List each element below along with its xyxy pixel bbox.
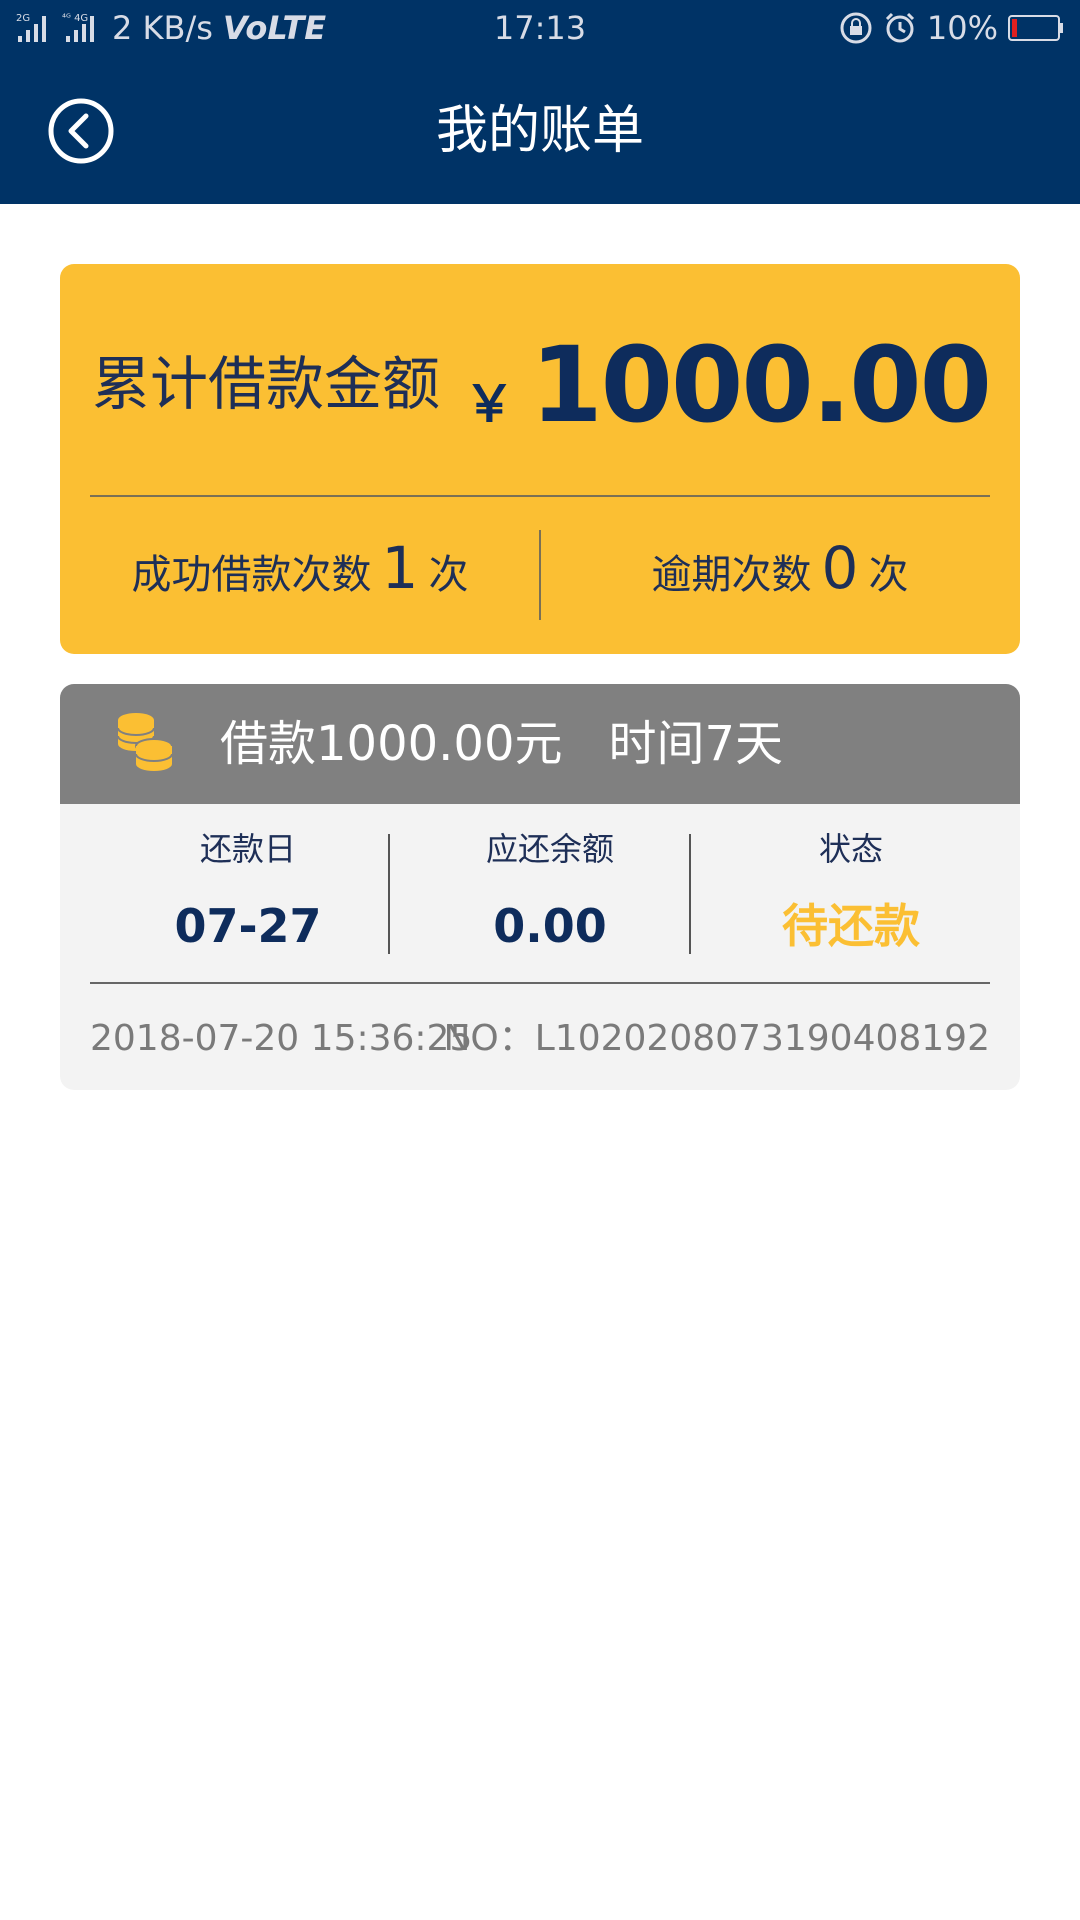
page-title: 我的账单 [435, 101, 644, 161]
loan-datetime: 2018-07-20 15:36:25 [90, 1018, 473, 1059]
lock-rotation-icon [840, 12, 872, 44]
column-divider [388, 834, 390, 954]
total-loan-label: 累计借款金额 [92, 350, 441, 418]
status-bar: 2G ⁴ᴳ 4G 2 KB/s VoLTE 17:13 10% [0, 0, 1080, 56]
overdue-count-label: 逾期次数 [651, 552, 812, 598]
status-column: 状态 待还款 [701, 824, 1001, 956]
loan-record-header: 借款1000.00元 时间7天 [60, 684, 1020, 804]
status-label: 状态 [818, 830, 883, 868]
loan-duration-text: 时间7天 [608, 716, 784, 772]
total-loan-amount: ￥ 1000.00 [464, 324, 992, 446]
battery-percent: 10% [926, 9, 998, 47]
loan-title: 借款1000.00元 时间7天 [220, 712, 829, 776]
success-count-stat: 成功借款次数 1 次 [60, 534, 540, 624]
repay-date-value: 07-27 [174, 899, 322, 953]
status-right: 10% [839, 8, 1064, 48]
total-amount-value: 1000.00 [530, 324, 992, 446]
loan-divider [90, 982, 990, 984]
summary-card: 累计借款金额 ￥ 1000.00 成功借款次数 1 次 逾期次数 0 次 [60, 264, 1020, 654]
success-count-value: 1 [381, 534, 419, 602]
alarm-icon [885, 12, 914, 43]
coins-icon [117, 713, 173, 771]
success-count-unit: 次 [428, 552, 469, 598]
balance-due-value: 0.00 [493, 899, 607, 953]
column-divider [689, 834, 691, 954]
repay-date-label: 还款日 [199, 830, 296, 868]
loan-order-number: NO：L102020807319040819​2 [443, 1018, 990, 1059]
repay-date-column: 还款日 07-27 [98, 824, 398, 956]
loan-amount-text: 借款1000.00元 [220, 716, 563, 772]
status-badge: 待还款 [782, 899, 920, 953]
currency-symbol: ￥ [464, 375, 515, 433]
battery-icon [1008, 15, 1063, 41]
overdue-count-value: 0 [821, 534, 859, 602]
summary-divider [90, 495, 990, 497]
balance-due-label: 应还余额 [485, 830, 614, 868]
balance-due-column: 应还余额 0.00 [400, 824, 700, 956]
app-header: 我的账单 [0, 56, 1080, 204]
overdue-count-unit: 次 [868, 552, 909, 598]
success-count-label: 成功借款次数 [131, 552, 372, 598]
overdue-count-stat: 逾期次数 0 次 [540, 534, 1020, 624]
loan-record-card[interactable]: 借款1000.00元 时间7天 还款日 07-27 应还余额 0.00 状态 待还… [60, 684, 1020, 1090]
